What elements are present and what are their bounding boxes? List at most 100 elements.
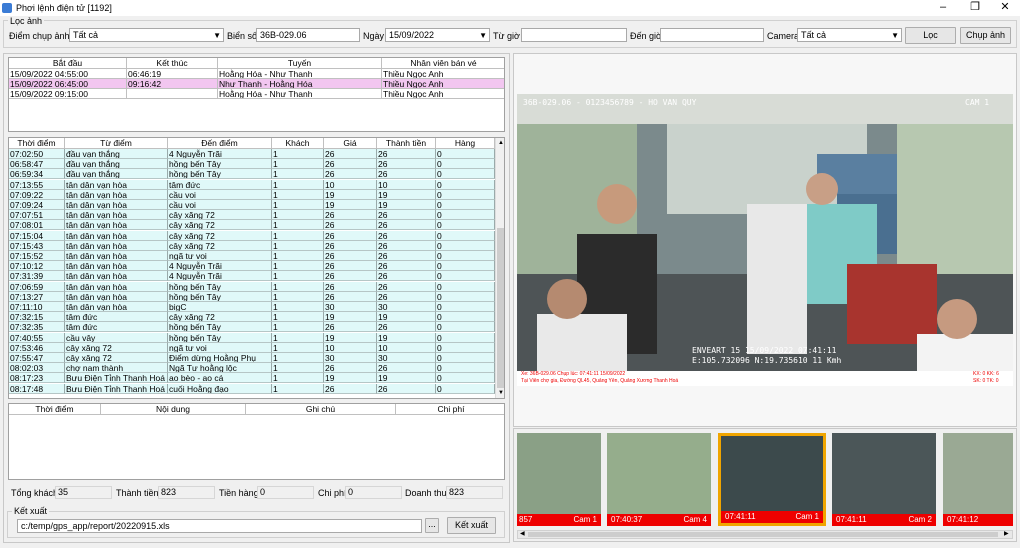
- chevron-down-icon: ▼: [213, 31, 221, 40]
- diem-chup-select[interactable]: Tất cả ▼: [69, 28, 224, 42]
- col-khach[interactable]: Khách: [272, 138, 324, 149]
- thumbnail-2[interactable]: 07:40:37 Cam 4: [607, 433, 711, 526]
- ticket-row[interactable]: 07:06:59 tân dân vạn hòa hồng bến Tây 1 26 26…: [9, 281, 495, 292]
- trip-cell: 15/09/2022 04:55:00: [9, 69, 127, 79]
- ticket-cell: 0: [436, 383, 495, 394]
- thumbnail-scroll-thumb[interactable]: [528, 532, 998, 537]
- ticket-row[interactable]: 07:32:15 tâm đức cây xăng 72 1 19 19 0: [9, 312, 495, 323]
- trip-cell: 15/09/2022 09:15:00: [9, 89, 127, 99]
- col-ket-thuc[interactable]: Kết thúc: [127, 58, 218, 69]
- loc-button[interactable]: Lọc: [905, 27, 956, 44]
- ticket-row[interactable]: 07:07:51 tân dân vạn hòa cây xăng 72 1 26 26 0: [9, 210, 495, 221]
- ticket-cell: 07:15:43: [9, 240, 65, 251]
- ngay-picker[interactable]: 15/09/2022 ▼: [385, 28, 490, 42]
- thanh-tien-value: 823: [158, 486, 215, 499]
- close-icon[interactable]: ✕: [990, 0, 1020, 16]
- col-hang[interactable]: Hàng: [436, 138, 495, 149]
- col-chi-phi[interactable]: Chi phí: [396, 404, 504, 415]
- ticket-row[interactable]: 07:08:01 tân dân vạn hòa cây xăng 72 1 26 26 0: [9, 220, 495, 231]
- col-nhan-vien[interactable]: Nhân viên bán vé: [382, 58, 504, 69]
- ticket-cell: 1: [272, 373, 324, 384]
- ticket-row[interactable]: 07:53:46 cây xăng 72 ngã tư voi 1 10 10 0: [9, 342, 495, 353]
- ticket-row[interactable]: 08:02:03 chợ nam thành Ngã Tư hoằng lộc 1 26…: [9, 363, 495, 374]
- scroll-left-icon[interactable]: ◀: [520, 530, 525, 537]
- ticket-cell: 0: [436, 230, 495, 241]
- ticket-cell: 26: [324, 291, 377, 302]
- ticket-row[interactable]: 08:17:23 Bưu Điện Tỉnh Thanh Hoá ao bèo - …: [9, 373, 495, 384]
- ticket-cell: 07:32:15: [9, 312, 65, 323]
- col-thanh-tien[interactable]: Thành tiền: [377, 138, 436, 149]
- trip-row[interactable]: 15/09/2022 04:55:00 06:46:19 Hoằng Hóa - N…: [9, 69, 504, 79]
- ticket-row[interactable]: 07:40:55 cầu vây hồng bến Tây 1 19 19 0: [9, 332, 495, 343]
- ticket-row[interactable]: 07:32:35 tâm đức hồng bến Tây 1 26 26 0: [9, 322, 495, 333]
- den-gio-input[interactable]: [660, 28, 764, 42]
- thumbnail-bar: 07:41:12: [943, 514, 1013, 526]
- ticket-row[interactable]: 07:15:04 tân dân vạn hòa cây xăng 72 1 26 26 0: [9, 230, 495, 241]
- ticket-cell: 07:32:35: [9, 322, 65, 333]
- ticket-cell: 26: [377, 271, 436, 282]
- tu-gio-label: Từ giờ: [493, 31, 520, 41]
- ticket-row[interactable]: 07:09:24 tân dân vạn hòa cầu voi 1 19 19 0: [9, 200, 495, 210]
- thumbnail-4[interactable]: 07:41:11 Cam 2: [832, 433, 936, 526]
- scroll-thumb[interactable]: [497, 228, 504, 388]
- bien-so-input[interactable]: 36B-029.06: [256, 28, 360, 42]
- thumbnail-1[interactable]: 857 Cam 1: [517, 433, 601, 526]
- ticket-row[interactable]: 07:11:10 tân dân vạn hòa bigC 1 30 30 0: [9, 302, 495, 312]
- col-tuyen[interactable]: Tuyến: [218, 58, 382, 69]
- thumbnail-3-selected[interactable]: 07:41:11 Cam 1: [718, 433, 826, 526]
- tu-gio-input[interactable]: [521, 28, 627, 42]
- browse-button[interactable]: ...: [425, 518, 439, 533]
- export-button[interactable]: Kết xuất: [447, 517, 496, 534]
- restore-icon[interactable]: ❐: [960, 0, 990, 16]
- ticket-cell: 19: [377, 189, 436, 200]
- ticket-cell: Điểm dừng Hoằng Phụ: [168, 353, 272, 363]
- col-noi-dung[interactable]: Nội dung: [101, 404, 246, 415]
- ticket-cell: 0: [436, 363, 495, 374]
- trip-row[interactable]: 15/09/2022 09:15:00 Hoằng Hóa - Như Thanh…: [9, 89, 504, 99]
- col-tu-diem[interactable]: Từ điểm: [65, 138, 168, 149]
- ticket-cell: 1: [272, 200, 324, 210]
- ticket-cell: 26: [324, 281, 377, 292]
- ticket-row[interactable]: 07:13:27 tân dân vạn hòa hồng bến Tây 1 26 26…: [9, 291, 495, 302]
- ticket-cell: 19: [377, 373, 436, 384]
- scroll-down-icon[interactable]: ▼: [496, 388, 504, 398]
- ticket-cell: chợ nam thành: [65, 363, 168, 374]
- ticket-row[interactable]: 07:10:12 tân dân vạn hòa 4 Nguyễn Trãi 1 26 2…: [9, 261, 495, 272]
- col-chi-thoi-diem[interactable]: Thời điểm: [9, 404, 101, 415]
- col-gia[interactable]: Giá: [324, 138, 377, 149]
- col-thoi-diem[interactable]: Thời điểm: [9, 138, 65, 149]
- thumbnail-5[interactable]: 07:41:12: [943, 433, 1013, 526]
- trip-cell: Thiều Ngọc Anh: [382, 69, 504, 79]
- ticket-row[interactable]: 07:09:22 tân dân vạn hòa cầu voi 1 19 19 0: [9, 189, 495, 200]
- ticket-row[interactable]: 07:31:39 tân dân vạn hòa 4 Nguyễn Trãi 1 26 2…: [9, 271, 495, 282]
- ticket-row[interactable]: 07:02:50 đầu vạn thắng 4 Nguyễn Trãi 1 26 26 0: [9, 149, 495, 159]
- scroll-right-icon[interactable]: ▶: [1004, 530, 1009, 537]
- export-group-label: Kết xuất: [12, 506, 50, 516]
- trip-row[interactable]: 15/09/2022 06:45:00 09:16:42 Như Thanh - H…: [9, 79, 504, 89]
- scroll-up-icon[interactable]: ▲: [496, 138, 504, 148]
- col-bat-dau[interactable]: Bắt đầu: [9, 58, 127, 69]
- ticket-row[interactable]: 07:55:47 cây xăng 72 Điểm dừng Hoằng Phụ 1 3…: [9, 353, 495, 363]
- tickets-table: Thời điểm Từ điểm Đến điểm Khách Giá Thà…: [8, 137, 505, 399]
- chup-anh-button[interactable]: Chụp ảnh: [960, 27, 1011, 44]
- export-path-input[interactable]: c:/temp/gps_app/report/20220915.xls: [17, 519, 422, 533]
- ticket-row[interactable]: 06:59:34 đầu vạn thắng hồng bến Tây 1 26 26 0: [9, 169, 495, 180]
- minimize-icon[interactable]: –: [928, 0, 958, 16]
- caption-right-1: KX: 0 KK: 6: [973, 371, 999, 377]
- ticket-cell: Ngã Tư hoằng lộc: [168, 363, 272, 374]
- ticket-cell: 08:17:48: [9, 383, 65, 394]
- col-den-diem[interactable]: Đến điểm: [168, 138, 272, 149]
- thumbnail-scrollbar[interactable]: ◀ ▶: [517, 530, 1013, 539]
- ticket-row[interactable]: 07:13:55 tân dân vạn hòa tâm đức 1 10 10 0: [9, 179, 495, 190]
- ticket-row[interactable]: 06:58:47 đầu vạn thắng hồng bến Tây 1 26 26 0: [9, 159, 495, 170]
- camera-select[interactable]: Tất cả ▼: [797, 28, 902, 42]
- doanh-thu-value: 823: [446, 486, 503, 499]
- ticket-cell: 26: [377, 240, 436, 251]
- ticket-cell: tân dân vạn hòa: [65, 189, 168, 200]
- ticket-row[interactable]: 07:15:52 tân dân vạn hòa ngã tư voi 1 26 26 0: [9, 251, 495, 261]
- camera-image[interactable]: 36B-029.06 - 0123456789 - HO VAN QUY CAM…: [517, 94, 1013, 386]
- col-ghi-chu[interactable]: Ghi chú: [246, 404, 396, 415]
- ticket-row[interactable]: 08:17:48 Bưu Điện Tỉnh Thanh Hoá cuối Hoằn…: [9, 383, 495, 394]
- ticket-row[interactable]: 07:15:43 tân dân vạn hòa cây xăng 72 1 26 26 0: [9, 240, 495, 251]
- tickets-scrollbar[interactable]: ▲ ▼: [495, 138, 504, 398]
